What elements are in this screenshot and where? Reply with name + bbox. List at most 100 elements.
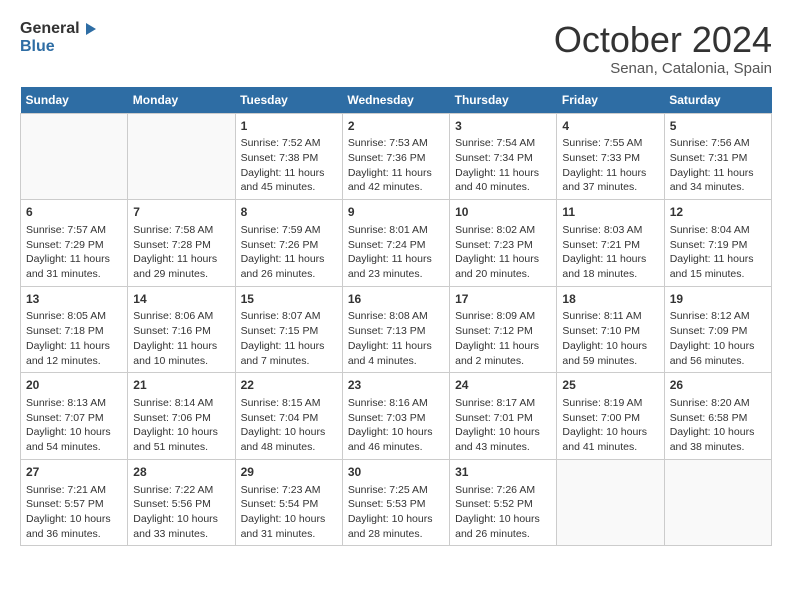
weekday-header: Tuesday xyxy=(235,87,342,114)
day-info: Sunrise: 8:09 AM xyxy=(455,309,551,324)
calendar-day-cell: 23Sunrise: 8:16 AMSunset: 7:03 PMDayligh… xyxy=(342,373,449,460)
calendar-week-row: 20Sunrise: 8:13 AMSunset: 7:07 PMDayligh… xyxy=(21,373,772,460)
day-info: Sunset: 7:23 PM xyxy=(455,238,551,253)
calendar-week-row: 13Sunrise: 8:05 AMSunset: 7:18 PM Dayligh… xyxy=(21,286,772,373)
day-info: Sunset: 7:19 PM xyxy=(670,238,766,253)
day-info: Sunrise: 7:59 AM xyxy=(241,223,337,238)
day-info: Sunset: 7:06 PM xyxy=(133,411,229,426)
day-number: 20 xyxy=(26,377,122,394)
day-info: Sunrise: 7:55 AM xyxy=(562,136,658,151)
day-info: Daylight: 11 hours and 2 minutes. xyxy=(455,339,551,368)
calendar-day-cell: 16Sunrise: 8:08 AMSunset: 7:13 PMDayligh… xyxy=(342,286,449,373)
day-info: Sunset: 7:04 PM xyxy=(241,411,337,426)
weekday-header: Thursday xyxy=(450,87,557,114)
weekday-header: Saturday xyxy=(664,87,771,114)
day-info: Sunrise: 7:57 AM xyxy=(26,223,122,238)
day-info: Daylight: 11 hours and 37 minutes. xyxy=(562,166,658,195)
day-info: Sunrise: 8:13 AM xyxy=(26,396,122,411)
day-info: Sunrise: 7:22 AM xyxy=(133,483,229,498)
day-info: Daylight: 11 hours and 45 minutes. xyxy=(241,166,337,195)
day-info: Daylight: 11 hours and 26 minutes. xyxy=(241,252,337,281)
day-info: Sunrise: 8:04 AM xyxy=(670,223,766,238)
calendar-day-cell: 7Sunrise: 7:58 AMSunset: 7:28 PMDaylight… xyxy=(128,200,235,287)
day-info: Daylight: 11 hours and 29 minutes. xyxy=(133,252,229,281)
day-info: Sunrise: 7:54 AM xyxy=(455,136,551,151)
title-block: October 2024 Senan, Catalonia, Spain xyxy=(554,20,772,77)
day-info: Sunset: 7:34 PM xyxy=(455,151,551,166)
day-info: Sunrise: 7:26 AM xyxy=(455,483,551,498)
day-number: 13 xyxy=(26,291,122,308)
calendar-week-row: 1Sunrise: 7:52 AMSunset: 7:38 PMDaylight… xyxy=(21,113,772,200)
day-number: 12 xyxy=(670,204,766,221)
day-info: Sunrise: 7:56 AM xyxy=(670,136,766,151)
day-info: Sunset: 7:33 PM xyxy=(562,151,658,166)
day-number: 14 xyxy=(133,291,229,308)
day-number: 26 xyxy=(670,377,766,394)
weekday-header: Monday xyxy=(128,87,235,114)
logo-general: General xyxy=(20,20,98,38)
day-info: Sunrise: 8:07 AM xyxy=(241,309,337,324)
day-info: Sunrise: 7:52 AM xyxy=(241,136,337,151)
day-number: 4 xyxy=(562,118,658,135)
day-info: Daylight: 10 hours and 48 minutes. xyxy=(241,425,337,454)
day-info: Sunset: 7:10 PM xyxy=(562,324,658,339)
day-info: Daylight: 10 hours and 59 minutes. xyxy=(562,339,658,368)
day-info: Daylight: 10 hours and 43 minutes. xyxy=(455,425,551,454)
day-number: 8 xyxy=(241,204,337,221)
day-number: 1 xyxy=(241,118,337,135)
day-info: Sunrise: 8:20 AM xyxy=(670,396,766,411)
day-info: Sunset: 7:18 PM xyxy=(26,324,122,339)
day-info: Sunset: 7:29 PM xyxy=(26,238,122,253)
day-info: Sunrise: 8:14 AM xyxy=(133,396,229,411)
day-info: Sunset: 6:58 PM xyxy=(670,411,766,426)
calendar-day-cell: 4Sunrise: 7:55 AMSunset: 7:33 PMDaylight… xyxy=(557,113,664,200)
calendar-table: SundayMondayTuesdayWednesdayThursdayFrid… xyxy=(20,87,772,547)
day-info: Daylight: 11 hours and 10 minutes. xyxy=(133,339,229,368)
day-number: 31 xyxy=(455,464,551,481)
day-number: 29 xyxy=(241,464,337,481)
calendar-day-cell: 11Sunrise: 8:03 AMSunset: 7:21 PMDayligh… xyxy=(557,200,664,287)
calendar-day-cell: 10Sunrise: 8:02 AMSunset: 7:23 PMDayligh… xyxy=(450,200,557,287)
calendar-day-cell xyxy=(664,459,771,546)
calendar-day-cell: 14Sunrise: 8:06 AMSunset: 7:16 PMDayligh… xyxy=(128,286,235,373)
day-info: Sunset: 5:53 PM xyxy=(348,497,444,512)
day-number: 10 xyxy=(455,204,551,221)
day-info: Sunrise: 8:16 AM xyxy=(348,396,444,411)
day-info: Sunrise: 8:15 AM xyxy=(241,396,337,411)
calendar-day-cell: 31Sunrise: 7:26 AMSunset: 5:52 PMDayligh… xyxy=(450,459,557,546)
calendar-day-cell: 3Sunrise: 7:54 AMSunset: 7:34 PMDaylight… xyxy=(450,113,557,200)
day-number: 7 xyxy=(133,204,229,221)
location-subtitle: Senan, Catalonia, Spain xyxy=(554,60,772,77)
calendar-day-cell: 9Sunrise: 8:01 AMSunset: 7:24 PMDaylight… xyxy=(342,200,449,287)
calendar-week-row: 6 Sunrise: 7:57 AMSunset: 7:29 PM Daylight… xyxy=(21,200,772,287)
calendar-day-cell: 29Sunrise: 7:23 AMSunset: 5:54 PMDayligh… xyxy=(235,459,342,546)
day-info: Daylight: 10 hours and 56 minutes. xyxy=(670,339,766,368)
calendar-day-cell: 25Sunrise: 8:19 AMSunset: 7:00 PMDayligh… xyxy=(557,373,664,460)
day-number: 27 xyxy=(26,464,122,481)
day-info: Sunrise: 7:23 AM xyxy=(241,483,337,498)
day-info: Sunset: 7:13 PM xyxy=(348,324,444,339)
day-number: 23 xyxy=(348,377,444,394)
day-info: Sunrise: 8:05 AM xyxy=(26,309,122,324)
day-number: 30 xyxy=(348,464,444,481)
calendar-day-cell: 13Sunrise: 8:05 AMSunset: 7:18 PMDayligh… xyxy=(21,286,128,373)
day-number: 28 xyxy=(133,464,229,481)
day-info: Daylight: 10 hours and 46 minutes. xyxy=(348,425,444,454)
day-number: 2 xyxy=(348,118,444,135)
day-number: 6 xyxy=(26,204,122,221)
day-info: Daylight: 10 hours and 28 minutes. xyxy=(348,512,444,541)
day-number: 25 xyxy=(562,377,658,394)
calendar-day-cell: 26Sunrise: 8:20 AMSunset: 6:58 PMDayligh… xyxy=(664,373,771,460)
day-info: Daylight: 10 hours and 36 minutes. xyxy=(26,512,122,541)
calendar-day-cell xyxy=(557,459,664,546)
calendar-day-cell: 27Sunrise: 7:21 AMSunset: 5:57 PMDayligh… xyxy=(21,459,128,546)
day-info: Sunset: 7:00 PM xyxy=(562,411,658,426)
day-info: Sunrise: 8:11 AM xyxy=(562,309,658,324)
day-info: Sunrise: 7:25 AM xyxy=(348,483,444,498)
calendar-day-cell: 17Sunrise: 8:09 AMSunset: 7:12 PMDayligh… xyxy=(450,286,557,373)
calendar-day-cell xyxy=(21,113,128,200)
logo-text: General Blue xyxy=(20,20,98,57)
day-info: Sunset: 7:38 PM xyxy=(241,151,337,166)
calendar-day-cell: 18Sunrise: 8:11 AMSunset: 7:10 PMDayligh… xyxy=(557,286,664,373)
day-info: Daylight: 10 hours and 33 minutes. xyxy=(133,512,229,541)
